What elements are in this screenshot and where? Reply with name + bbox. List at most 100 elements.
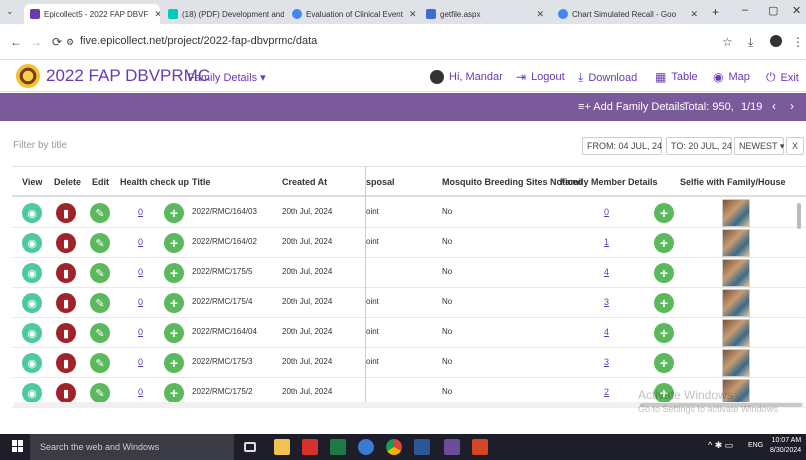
add-health-checkup-button[interactable]: + bbox=[164, 383, 184, 403]
selfie-thumbnail[interactable] bbox=[722, 199, 750, 227]
window-close-icon[interactable]: ✕ bbox=[792, 4, 801, 17]
family-member-count-link[interactable]: 1 bbox=[604, 237, 609, 247]
family-member-count-link[interactable]: 4 bbox=[604, 327, 609, 337]
taskbar-clock[interactable]: 10:07 AM 8/30/2024 bbox=[770, 436, 801, 456]
next-page-icon[interactable]: › bbox=[790, 99, 794, 113]
health-checkup-count-link[interactable]: 0 bbox=[138, 297, 143, 307]
delete-button[interactable]: ▮ bbox=[56, 233, 76, 253]
add-health-checkup-button[interactable]: + bbox=[164, 203, 184, 223]
forward-arrow-icon[interactable]: → bbox=[30, 35, 42, 49]
task-view-icon[interactable] bbox=[244, 442, 256, 452]
back-arrow-icon[interactable]: ← bbox=[10, 35, 22, 49]
language-indicator[interactable]: ENG bbox=[748, 442, 763, 449]
edit-button[interactable]: ✎ bbox=[90, 293, 110, 313]
add-health-checkup-button[interactable]: + bbox=[164, 353, 184, 373]
tab-google-search[interactable]: Evaluation of Clinical Event ✕ bbox=[286, 4, 418, 24]
minimize-icon[interactable]: – bbox=[742, 4, 748, 16]
view-button[interactable]: ◉ bbox=[22, 323, 42, 343]
browser-menu-icon[interactable]: ⋮ bbox=[792, 35, 804, 49]
reload-icon[interactable]: ⟳ bbox=[52, 35, 62, 49]
url-field[interactable]: five.epicollect.net/project/2022-fap-dbv… bbox=[80, 35, 317, 47]
selfie-thumbnail[interactable] bbox=[722, 259, 750, 287]
selfie-thumbnail[interactable] bbox=[722, 349, 750, 377]
powerpoint-icon[interactable] bbox=[472, 439, 488, 455]
edit-button[interactable]: ✎ bbox=[90, 233, 110, 253]
excel-icon[interactable] bbox=[330, 439, 346, 455]
health-checkup-count-link[interactable]: 0 bbox=[138, 357, 143, 367]
new-tab-button[interactable]: + bbox=[712, 5, 719, 19]
tab-epicollect[interactable]: Epicollect5 - 2022 FAP DBVF ✕ bbox=[24, 4, 160, 24]
selfie-thumbnail[interactable] bbox=[722, 319, 750, 347]
edit-button[interactable]: ✎ bbox=[90, 203, 110, 223]
form-selector[interactable]: Family Details ▾ bbox=[188, 71, 266, 84]
health-checkup-count-link[interactable]: 0 bbox=[138, 387, 143, 397]
table-view-link[interactable]: ▦ Table bbox=[655, 70, 698, 84]
system-tray[interactable]: ^ ✱ ▭ bbox=[708, 440, 733, 451]
bookmark-star-icon[interactable]: ☆ bbox=[722, 35, 733, 49]
vertical-scrollbar[interactable] bbox=[797, 203, 801, 229]
chrome-icon[interactable] bbox=[386, 439, 402, 455]
delete-button[interactable]: ▮ bbox=[56, 203, 76, 223]
acrobat-icon[interactable] bbox=[302, 439, 318, 455]
map-view-link[interactable]: ◉ Map bbox=[713, 70, 750, 84]
edit-button[interactable]: ✎ bbox=[90, 323, 110, 343]
tab-researchgate[interactable]: (18) (PDF) Development and ✕ bbox=[162, 4, 284, 24]
health-checkup-count-link[interactable]: 0 bbox=[138, 237, 143, 247]
logout-link[interactable]: ⇥ Logout bbox=[516, 70, 565, 84]
health-checkup-count-link[interactable]: 0 bbox=[138, 327, 143, 337]
add-family-member-button[interactable]: + bbox=[654, 233, 674, 253]
tab-chart-recall[interactable]: Chart Simulated Recall - Goo ✕ bbox=[552, 4, 704, 24]
add-family-member-button[interactable]: + bbox=[654, 353, 674, 373]
add-family-member-button[interactable]: + bbox=[654, 263, 674, 283]
add-health-checkup-button[interactable]: + bbox=[164, 293, 184, 313]
family-member-count-link[interactable]: 4 bbox=[604, 267, 609, 277]
edge-browser-icon[interactable] bbox=[358, 439, 374, 455]
health-checkup-count-link[interactable]: 0 bbox=[138, 267, 143, 277]
file-explorer-icon[interactable] bbox=[274, 439, 290, 455]
family-member-count-link[interactable]: 3 bbox=[604, 357, 609, 367]
selfie-thumbnail[interactable] bbox=[722, 229, 750, 257]
to-date-button[interactable]: TO: 20 JUL, 24 bbox=[666, 137, 732, 155]
site-settings-icon[interactable]: ⚙ bbox=[66, 37, 74, 48]
sort-order-button[interactable]: NEWEST ▾ bbox=[734, 137, 784, 155]
exit-link[interactable]: ⏻ Exit bbox=[766, 70, 799, 85]
close-icon[interactable]: ✕ bbox=[684, 9, 698, 20]
clear-filter-button[interactable]: X bbox=[786, 137, 804, 155]
view-button[interactable]: ◉ bbox=[22, 203, 42, 223]
project-title[interactable]: 2022 FAP DBVPRMC bbox=[46, 66, 210, 86]
family-member-count-link[interactable]: 0 bbox=[604, 207, 609, 217]
edit-button[interactable]: ✎ bbox=[90, 383, 110, 403]
view-button[interactable]: ◉ bbox=[22, 263, 42, 283]
health-checkup-count-link[interactable]: 0 bbox=[138, 207, 143, 217]
add-family-member-button[interactable]: + bbox=[654, 203, 674, 223]
tab-search-icon[interactable]: ⌄ bbox=[6, 6, 14, 17]
add-health-checkup-button[interactable]: + bbox=[164, 323, 184, 343]
add-health-checkup-button[interactable]: + bbox=[164, 233, 184, 253]
close-icon[interactable]: ✕ bbox=[148, 9, 160, 20]
view-button[interactable]: ◉ bbox=[22, 293, 42, 313]
add-family-member-button[interactable]: + bbox=[654, 323, 674, 343]
close-icon[interactable]: ✕ bbox=[403, 9, 417, 20]
selfie-thumbnail[interactable] bbox=[722, 289, 750, 317]
filter-by-title-input[interactable]: Filter by title bbox=[13, 140, 67, 151]
view-button[interactable]: ◉ bbox=[22, 233, 42, 253]
user-greeting[interactable]: Hi, Mandar bbox=[430, 70, 503, 84]
view-button[interactable]: ◉ bbox=[22, 383, 42, 403]
view-button[interactable]: ◉ bbox=[22, 353, 42, 373]
taskbar-search-input[interactable]: Search the web and Windows bbox=[30, 434, 234, 460]
edit-button[interactable]: ✎ bbox=[90, 353, 110, 373]
calendar-app-icon[interactable] bbox=[444, 439, 460, 455]
add-family-details-button[interactable]: ≡+ Add Family Details bbox=[578, 101, 685, 113]
prev-page-icon[interactable]: ‹ bbox=[772, 99, 776, 113]
delete-button[interactable]: ▮ bbox=[56, 293, 76, 313]
edit-button[interactable]: ✎ bbox=[90, 263, 110, 283]
downloads-icon[interactable]: ⤓ bbox=[748, 35, 753, 50]
word-icon[interactable] bbox=[414, 439, 430, 455]
delete-button[interactable]: ▮ bbox=[56, 353, 76, 373]
family-member-count-link[interactable]: 3 bbox=[604, 297, 609, 307]
delete-button[interactable]: ▮ bbox=[56, 323, 76, 343]
family-member-count-link[interactable]: 2 bbox=[604, 387, 609, 397]
delete-button[interactable]: ▮ bbox=[56, 263, 76, 283]
from-date-button[interactable]: FROM: 04 JUL, 24 bbox=[582, 137, 662, 155]
delete-button[interactable]: ▮ bbox=[56, 383, 76, 403]
